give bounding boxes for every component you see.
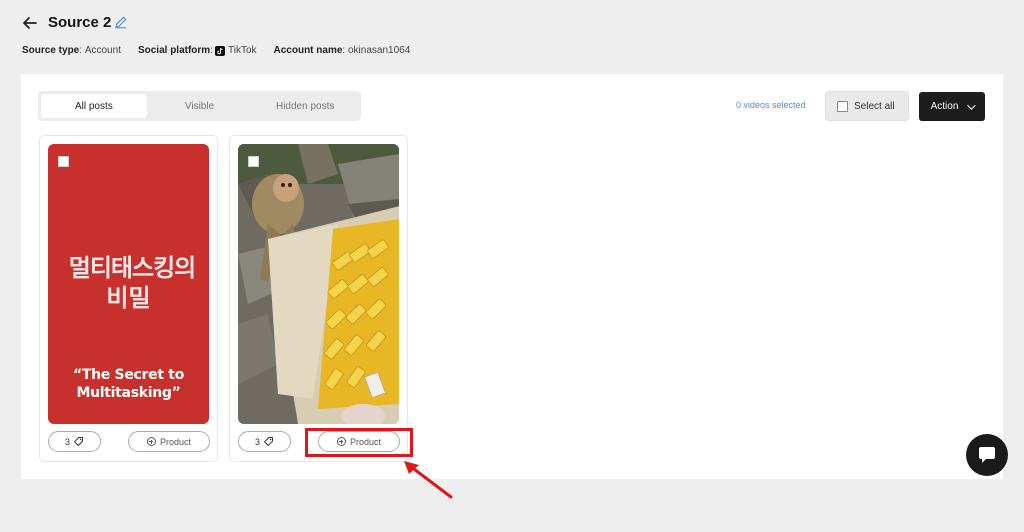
- post-filter-tabs: All posts Visible Hidden posts: [38, 91, 361, 121]
- post-checkbox[interactable]: [58, 156, 69, 167]
- chevron-down-icon: [967, 100, 977, 110]
- social-platform: Social platform: TikTok: [137, 45, 257, 56]
- selected-count: 0 videos selected: [736, 100, 806, 110]
- post-card[interactable]: 3 Product: [229, 135, 408, 462]
- annotation-arrow-icon: [404, 461, 453, 499]
- account-label: Account name: [273, 45, 343, 56]
- monkey-snack-box-image: [238, 144, 399, 424]
- page-title: Source 2: [48, 14, 112, 31]
- chat-support-button[interactable]: [966, 434, 1008, 476]
- select-all-checkbox[interactable]: [837, 100, 848, 112]
- tag-icon: [264, 437, 273, 446]
- tab-hidden-posts[interactable]: Hidden posts: [252, 94, 358, 118]
- tag-count: 3: [254, 436, 260, 447]
- chat-bubble-icon: [979, 447, 995, 463]
- account-value: okinasan1064: [347, 45, 411, 56]
- tab-visible[interactable]: Visible: [147, 94, 253, 118]
- thumbnail-english-caption: “The Secret to Multitasking”: [72, 367, 185, 401]
- source-type-label: Source type: [22, 45, 80, 56]
- action-dropdown[interactable]: Action: [919, 92, 985, 121]
- source-meta: Source type: Account Social platform: Ti…: [22, 45, 427, 56]
- platform-value: TikTok: [227, 45, 257, 56]
- post-card[interactable]: 멀티태스킹의 비밀 “The Secret to Multitasking” 3…: [39, 135, 218, 462]
- add-product-button[interactable]: Product: [318, 431, 400, 452]
- source-type-value: Account: [84, 45, 121, 56]
- product-label: Product: [349, 436, 382, 447]
- page-header: Source 2 Source type: Account Social pla…: [0, 0, 1024, 72]
- product-label: Product: [159, 436, 192, 447]
- plus-circle-icon: [336, 437, 346, 446]
- plus-circle-icon: [146, 437, 156, 446]
- post-thumbnail[interactable]: 멀티태스킹의 비밀 “The Secret to Multitasking”: [48, 144, 209, 424]
- thumbnail-korean-subtitle: 비밀: [106, 285, 151, 312]
- tab-all-posts[interactable]: All posts: [41, 94, 147, 118]
- tag-count: 3: [64, 436, 70, 447]
- tiktok-icon: [214, 45, 225, 56]
- source-type: Source type: Account: [22, 45, 121, 56]
- select-all-label: Select all: [854, 100, 895, 112]
- tag-icon: [74, 437, 83, 446]
- post-thumbnail[interactable]: [238, 144, 399, 424]
- tag-count-pill[interactable]: 3: [48, 431, 101, 452]
- posts-panel: All posts Visible Hidden posts 0 videos …: [21, 74, 1003, 479]
- platform-label: Social platform: [137, 45, 211, 56]
- tag-count-pill[interactable]: 3: [238, 431, 291, 452]
- pencil-icon[interactable]: [114, 15, 128, 29]
- account-name: Account name: okinasan1064: [273, 45, 411, 56]
- select-all-button[interactable]: Select all: [825, 91, 909, 121]
- add-product-button[interactable]: Product: [128, 431, 210, 452]
- arrow-left-icon[interactable]: [20, 13, 40, 33]
- post-checkbox[interactable]: [248, 156, 259, 167]
- action-label: Action: [930, 101, 959, 112]
